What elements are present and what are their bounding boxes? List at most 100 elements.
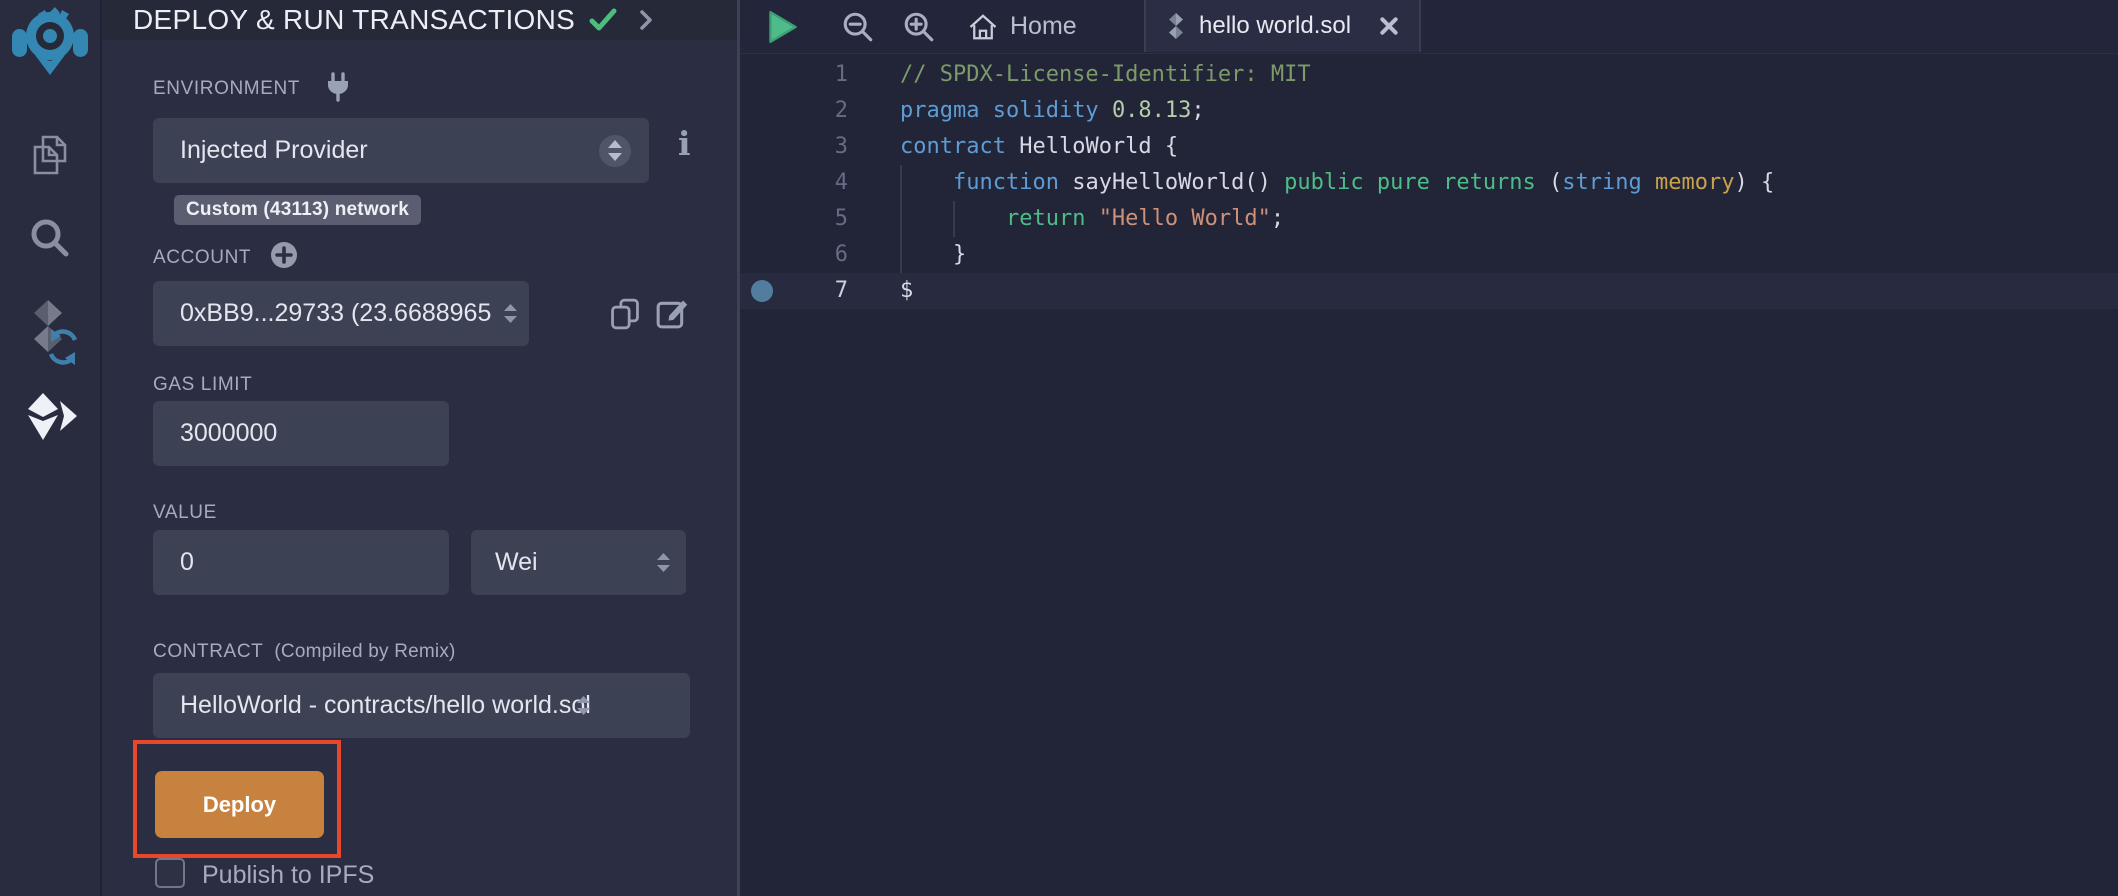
code-line-text: function sayHelloWorld() public pure ret…: [848, 165, 1774, 201]
code-line-text: }: [848, 237, 966, 273]
value-unit: Wei: [471, 548, 538, 577]
line-number: 2: [798, 93, 848, 129]
publish-ipfs-checkbox[interactable]: [155, 858, 185, 888]
gas-limit-label: GAS LIMIT: [153, 374, 252, 396]
publish-ipfs-label: Publish to IPFS: [202, 861, 374, 890]
indent-guide: [953, 201, 955, 237]
code-area[interactable]: 1// SPDX-License-Identifier: MIT2pragma …: [740, 53, 2118, 309]
code-line-text: contract HelloWorld {: [848, 129, 1178, 165]
sidebar-item-file-explorer[interactable]: [0, 131, 100, 179]
sidebar-item-deploy-run[interactable]: [0, 390, 100, 444]
updown-arrows-icon: [577, 696, 590, 716]
sidebar-item-solidity-compiler[interactable]: [0, 298, 100, 368]
code-line-text: // SPDX-License-Identifier: MIT: [848, 57, 1311, 93]
contract-label-text: CONTRACT: [153, 641, 263, 662]
home-tab-label: Home: [1010, 12, 1077, 41]
line-number: 6: [798, 237, 848, 273]
play-icon: [768, 11, 798, 43]
home-icon: [968, 12, 998, 42]
copy-account-icon[interactable]: [608, 296, 642, 332]
environment-select-arrows: [599, 135, 631, 167]
contract-value: HelloWorld - contracts/hello world.sol: [153, 691, 591, 720]
network-badge: Custom (43113) network: [174, 195, 421, 225]
line-number: 3: [798, 129, 848, 165]
file-explorer-icon: [26, 131, 74, 179]
indent-guide: [900, 165, 902, 273]
glyph-margin[interactable]: [740, 57, 798, 93]
panel-header: DEPLOY & RUN TRANSACTIONS: [102, 0, 737, 40]
code-line[interactable]: 2pragma solidity 0.8.13;: [740, 93, 2118, 129]
file-tab-label: hello world.sol: [1199, 12, 1351, 40]
check-icon: [589, 8, 617, 32]
updown-arrows-icon: [504, 304, 517, 324]
line-number: 4: [798, 165, 848, 201]
value-unit-select[interactable]: Wei: [471, 530, 686, 595]
contract-select[interactable]: HelloWorld - contracts/hello world.sol: [153, 673, 690, 738]
code-line[interactable]: 5 return "Hello World";: [740, 201, 2118, 237]
deploy-run-icon: [23, 390, 77, 444]
unit-select-arrows: [657, 553, 670, 573]
zoom-out-icon: [841, 10, 875, 44]
search-icon: [26, 214, 74, 262]
info-icon[interactable]: i: [678, 124, 691, 163]
glyph-margin[interactable]: [740, 201, 798, 237]
contract-select-arrows: [577, 696, 590, 716]
line-number: 7: [798, 273, 848, 309]
remix-logo-icon: [10, 5, 90, 77]
close-icon: [1379, 16, 1399, 36]
line-number: 5: [798, 201, 848, 237]
code-line-text: return "Hello World";: [848, 201, 1284, 237]
tab-hello-world-sol[interactable]: hello world.sol: [1144, 0, 1421, 52]
code-line[interactable]: 3contract HelloWorld {: [740, 129, 2118, 165]
run-script-button[interactable]: [768, 0, 798, 53]
account-value: 0xBB9...29733 (23.6688965: [153, 299, 491, 328]
account-select-arrows: [504, 304, 517, 324]
deploy-run-panel: DEPLOY & RUN TRANSACTIONS ENVIRONMENT In…: [102, 0, 740, 896]
account-select[interactable]: 0xBB9...29733 (23.6688965: [153, 281, 529, 346]
zoom-in-icon: [902, 10, 936, 44]
value-amount: 0: [153, 548, 194, 577]
code-line[interactable]: 7$: [740, 273, 2118, 309]
plug-icon: [324, 72, 352, 102]
add-account-icon[interactable]: [270, 241, 298, 269]
editor-area: Home hello world.sol: [740, 0, 2118, 896]
contract-sublabel: (Compiled by Remix): [269, 641, 456, 662]
code-line-text: pragma solidity 0.8.13;: [848, 93, 1205, 129]
gas-limit-value: 3000000: [153, 419, 277, 448]
updown-arrows-icon: [657, 553, 670, 573]
updown-arrows-icon: [608, 140, 622, 162]
contract-label: CONTRACT (Compiled by Remix): [153, 641, 456, 663]
edit-account-icon[interactable]: [654, 295, 690, 331]
solidity-file-icon: [1166, 12, 1186, 40]
close-tab-icon[interactable]: [1379, 16, 1399, 36]
environment-select[interactable]: Injected Provider: [153, 118, 649, 183]
account-label: ACCOUNT: [153, 247, 251, 269]
glyph-margin[interactable]: [740, 237, 798, 273]
remix-ide: DEPLOY & RUN TRANSACTIONS ENVIRONMENT In…: [0, 0, 2118, 896]
icon-panel: [0, 0, 102, 896]
page-title: DEPLOY & RUN TRANSACTIONS: [133, 4, 575, 36]
value-input[interactable]: 0: [153, 530, 449, 595]
tab-home[interactable]: Home: [968, 0, 1077, 53]
code-line[interactable]: 4 function sayHelloWorld() public pure r…: [740, 165, 2118, 201]
chevron-right-icon[interactable]: [639, 9, 653, 31]
editor-toolbar: Home hello world.sol: [740, 0, 2118, 54]
sidebar-item-search[interactable]: [0, 214, 100, 262]
breakpoint-dot[interactable]: [751, 280, 773, 302]
glyph-margin[interactable]: [740, 165, 798, 201]
code-line[interactable]: 6 }: [740, 237, 2118, 273]
environment-value: Injected Provider: [153, 136, 368, 165]
deploy-button[interactable]: Deploy: [155, 771, 324, 838]
environment-label: ENVIRONMENT: [153, 78, 300, 100]
line-number: 1: [798, 57, 848, 93]
glyph-margin[interactable]: [740, 273, 798, 309]
glyph-margin[interactable]: [740, 129, 798, 165]
zoom-in-button[interactable]: [902, 0, 936, 53]
remix-logo[interactable]: [0, 5, 100, 77]
glyph-margin[interactable]: [740, 93, 798, 129]
value-label: VALUE: [153, 502, 217, 524]
code-line[interactable]: 1// SPDX-License-Identifier: MIT: [740, 57, 2118, 93]
zoom-out-button[interactable]: [841, 0, 875, 53]
code-line-text: $: [848, 273, 913, 309]
gas-limit-input[interactable]: 3000000: [153, 401, 449, 466]
